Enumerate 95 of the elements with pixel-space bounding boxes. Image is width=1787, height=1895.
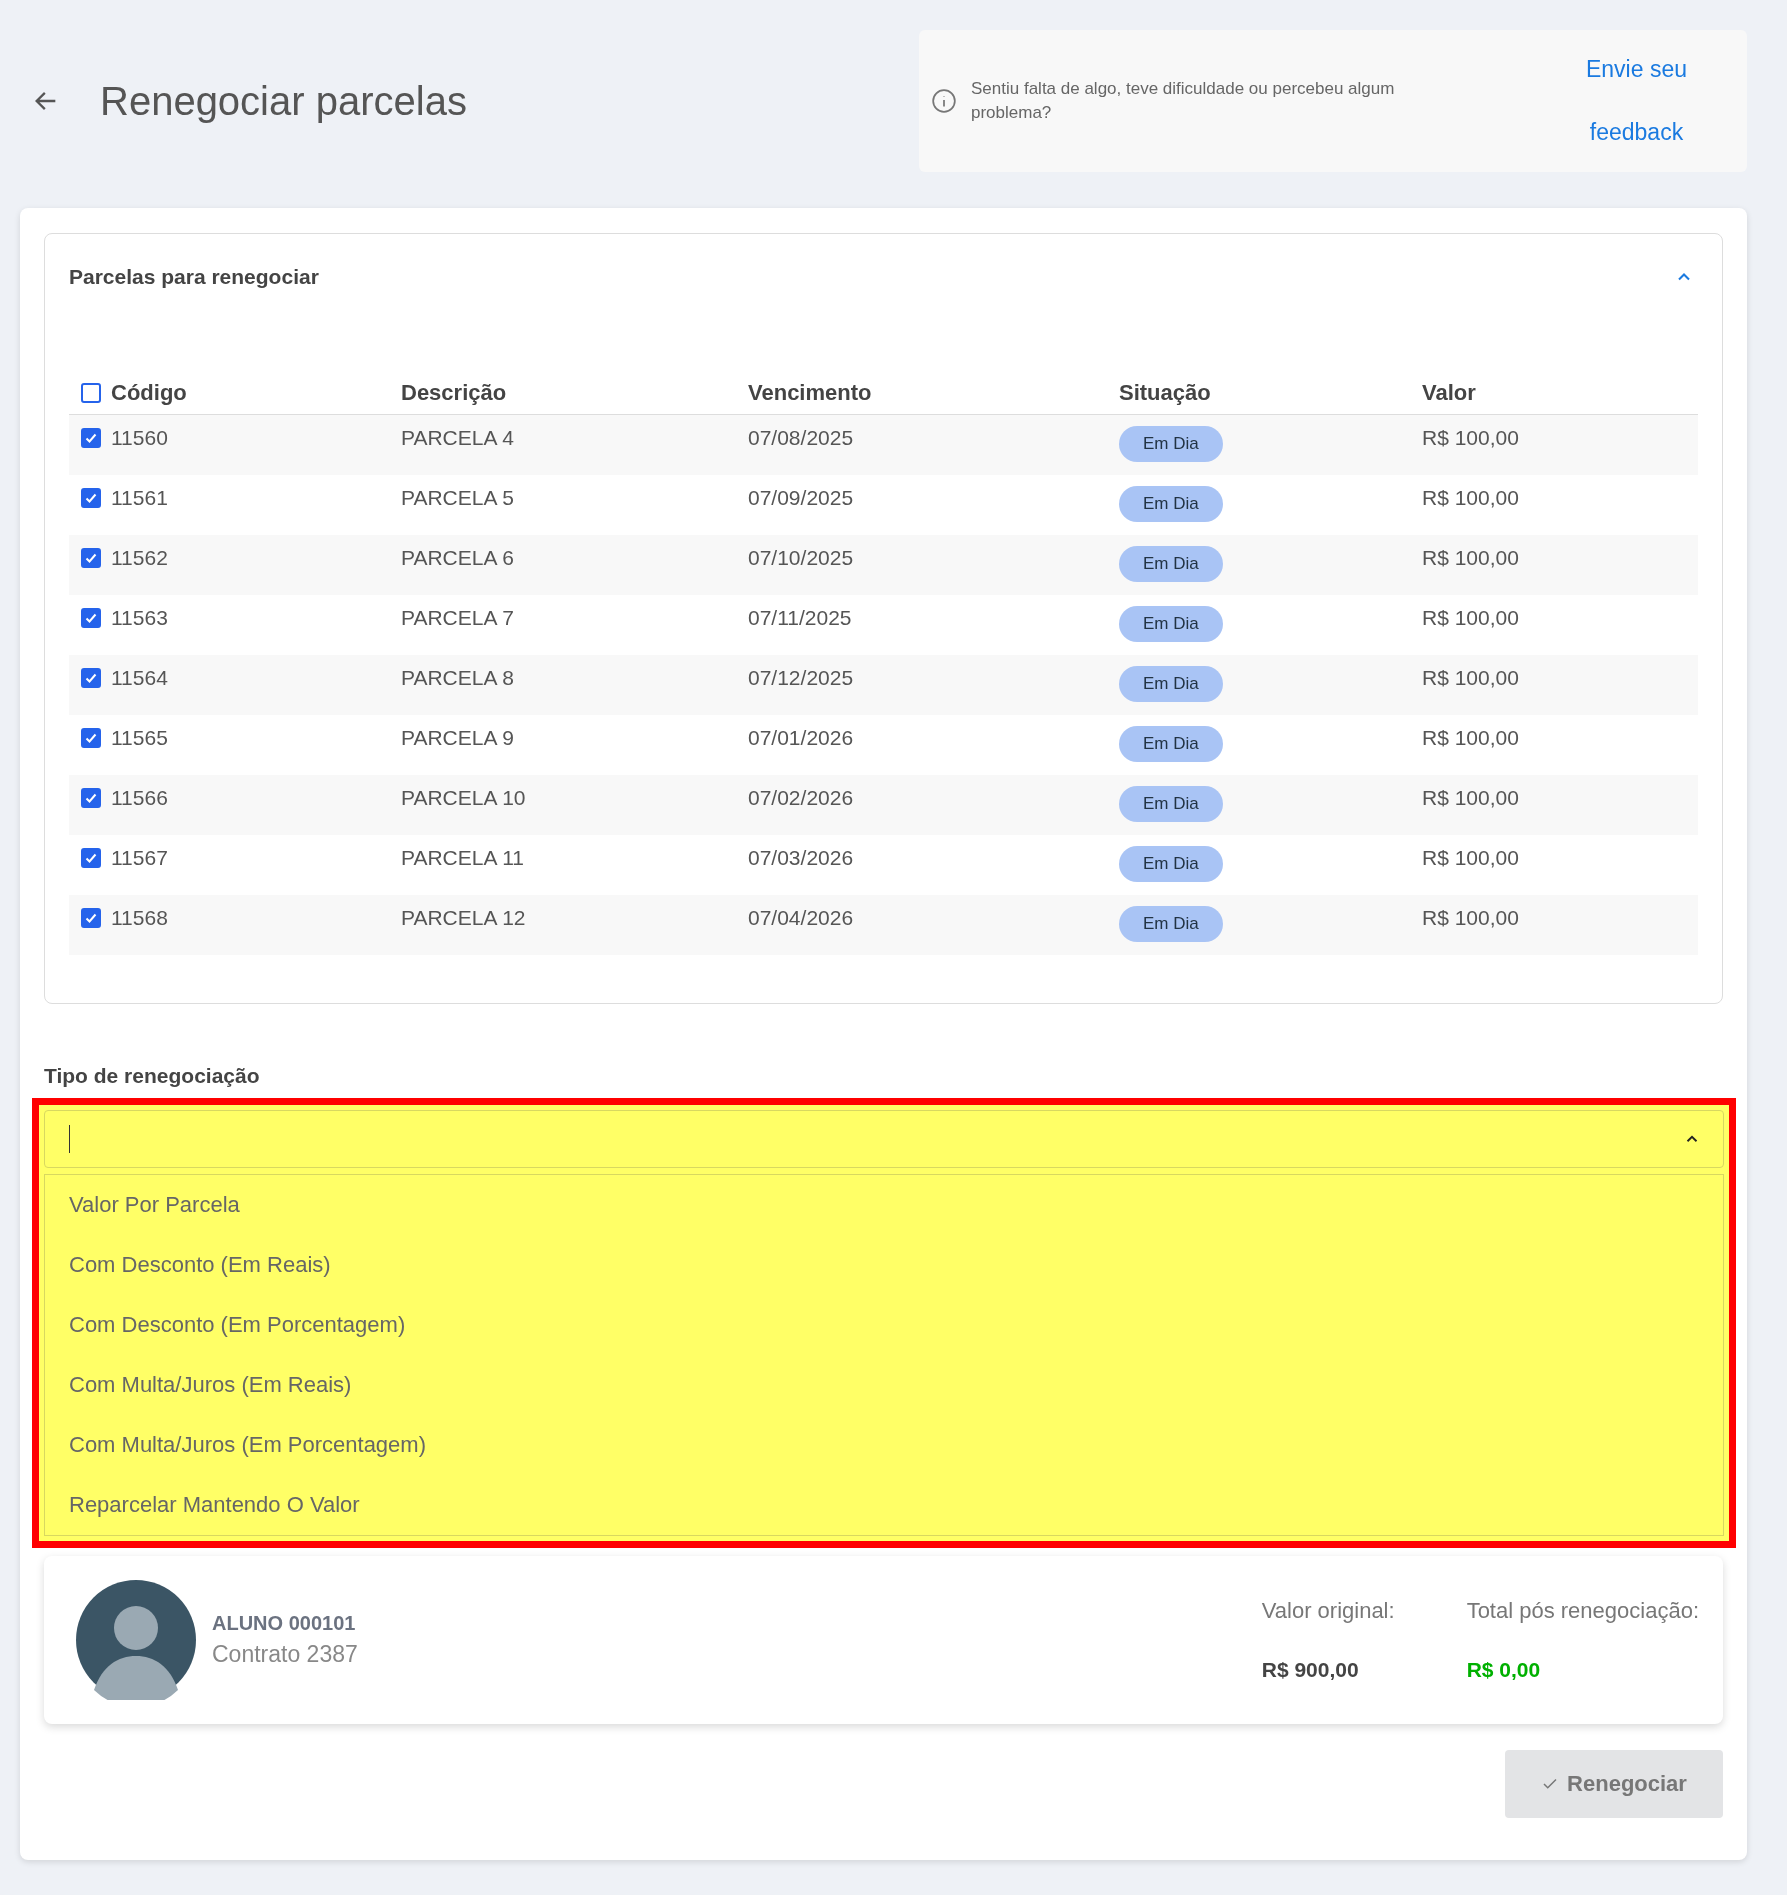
status-badge: Em Dia <box>1119 846 1223 882</box>
table-cell-text: PARCELA 8 <box>401 666 515 690</box>
status-badge: Em Dia <box>1119 486 1223 522</box>
student-name: ALUNO 000101 <box>212 1612 357 1635</box>
table-cell: 11566 <box>111 786 168 810</box>
status-badge: Em Dia <box>1119 906 1223 942</box>
table-cell-text: 07/02/2026 <box>748 786 855 810</box>
status-badge: Em Dia <box>1119 426 1223 462</box>
table-cell-text: R$ 100,00 <box>1422 606 1520 630</box>
dropdown-option[interactable]: Com Desconto (Em Reais) <box>45 1235 1723 1295</box>
column-header: Código <box>111 380 187 406</box>
status-badge: Em Dia <box>1119 606 1223 642</box>
column-header: Vencimento <box>748 380 872 406</box>
table-cell: 11568 <box>111 906 168 930</box>
status-badge: Em Dia <box>1119 726 1223 762</box>
status-badge: Em Dia <box>1119 546 1223 582</box>
row-checkbox[interactable] <box>81 728 101 748</box>
table-cell-text: R$ 100,00 <box>1422 546 1520 570</box>
checkmark-icon <box>84 431 98 445</box>
checkmark-icon <box>84 911 98 925</box>
checkmark-icon <box>84 491 98 505</box>
table-cell-text: 07/12/2025 <box>748 666 855 690</box>
table-cell-text: R$ 100,00 <box>1422 846 1520 870</box>
table-cell: 11560 <box>111 426 168 450</box>
table-cell: 11563 <box>111 606 168 630</box>
table-cell-text: 07/03/2026 <box>748 846 855 870</box>
table-row[interactable]: 11562 PARCELA 6 07/10/2025 Em Dia R$ 100,00 <box>69 535 1698 595</box>
table-cell-text: 07/11/2025 <box>748 606 853 630</box>
table-cell-text: 07/01/2026 <box>748 726 855 750</box>
feedback-link[interactable]: feedback <box>1589 119 1684 146</box>
row-checkbox[interactable] <box>81 668 101 688</box>
table-cell-text: PARCELA 11 <box>401 846 525 870</box>
table-row[interactable]: 11568 PARCELA 12 07/04/2026 Em Dia R$ 100,00 <box>69 895 1698 955</box>
field-label: Tipo de renegociação <box>44 1064 261 1088</box>
table-cell-text: PARCELA 9 <box>401 726 515 750</box>
table-cell: 11561 <box>111 486 168 510</box>
table-cell: 11565 <box>111 726 168 750</box>
table-cell: 11564 <box>111 666 168 690</box>
table-row[interactable]: 11564 PARCELA 8 07/12/2025 Em Dia R$ 100,00 <box>69 655 1698 715</box>
table-cell-text: PARCELA 6 <box>401 546 515 570</box>
table-cell-text: R$ 100,00 <box>1422 906 1520 930</box>
table-cell-text: 07/10/2025 <box>748 546 855 570</box>
text-cursor <box>69 1125 70 1153</box>
status-badge: Em Dia <box>1119 666 1223 702</box>
row-checkbox[interactable] <box>81 908 101 928</box>
original-amount: R$ 900,00 <box>1261 1658 1360 1682</box>
table-cell-text: R$ 100,00 <box>1422 726 1520 750</box>
row-checkbox[interactable] <box>81 548 101 568</box>
contract-number: Contrato 2387 <box>212 1641 358 1668</box>
checkmark-icon <box>84 731 98 745</box>
row-checkbox[interactable] <box>81 608 101 628</box>
table-cell-text: 07/08/2025 <box>748 426 855 450</box>
checkmark-icon <box>84 851 98 865</box>
dropdown-option[interactable]: Valor Por Parcela <box>45 1175 1723 1235</box>
table-cell-text: PARCELA 12 <box>401 906 527 930</box>
dropdown-option[interactable]: Com Multa/Juros (Em Reais) <box>45 1355 1723 1415</box>
table-cell-text: R$ 100,00 <box>1422 786 1520 810</box>
table-row[interactable]: 11560 PARCELA 4 07/08/2025 Em Dia R$ 100,00 <box>69 415 1698 475</box>
checkmark-icon <box>84 551 98 565</box>
dropdown-option[interactable]: Com Desconto (Em Porcentagem) <box>45 1295 1723 1355</box>
table-cell: 11562 <box>111 546 168 570</box>
total-amount: R$ 0,00 <box>1466 1658 1542 1682</box>
column-header: Descrição <box>401 380 507 406</box>
table-cell-text: PARCELA 10 <box>401 786 527 810</box>
checkmark-icon <box>84 611 98 625</box>
table-cell: 11567 <box>111 846 168 870</box>
page-title: Renegociar parcelas <box>100 78 467 124</box>
table-cell-text: 07/09/2025 <box>748 486 855 510</box>
column-header: Valor <box>1422 380 1476 406</box>
row-checkbox[interactable] <box>81 848 101 868</box>
feedback-link[interactable]: Envie seu <box>1586 56 1687 83</box>
dropdown-option[interactable]: Reparcelar Mantendo O Valor <box>45 1475 1723 1535</box>
table-cell-text: PARCELA 7 <box>401 606 515 630</box>
table-cell-text: R$ 100,00 <box>1422 486 1520 510</box>
row-checkbox[interactable] <box>81 788 101 808</box>
info-icon <box>931 88 957 114</box>
row-checkbox[interactable] <box>81 488 101 508</box>
table-cell-text: R$ 100,00 <box>1422 666 1520 690</box>
table-row[interactable]: 11566 PARCELA 10 07/02/2026 Em Dia R$ 100,00 <box>69 775 1698 835</box>
checkmark-icon <box>84 791 98 805</box>
row-checkbox[interactable] <box>81 428 101 448</box>
checkmark-icon <box>84 671 98 685</box>
amount-label: Valor original: <box>1261 1598 1395 1624</box>
select-all-checkbox[interactable] <box>81 383 101 403</box>
amount-label: Total pós renegociação: <box>1466 1598 1699 1624</box>
status-badge: Em Dia <box>1119 786 1223 822</box>
column-header: Situação <box>1119 380 1211 406</box>
table-cell-text: PARCELA 5 <box>401 486 515 510</box>
table-cell-text: 07/04/2026 <box>748 906 855 930</box>
table-cell-text: R$ 100,00 <box>1422 426 1520 450</box>
type-select-field[interactable] <box>44 1110 1724 1168</box>
table-cell-text: PARCELA 4 <box>401 426 515 450</box>
panel-title: Parcelas para renegociar <box>69 265 319 289</box>
feedback-message: Sentiu falta de algo, teve dificuldade ou percebeu algum problema? <box>971 78 1396 124</box>
dropdown-option[interactable]: Com Multa/Juros (Em Porcentagem) <box>45 1415 1723 1475</box>
